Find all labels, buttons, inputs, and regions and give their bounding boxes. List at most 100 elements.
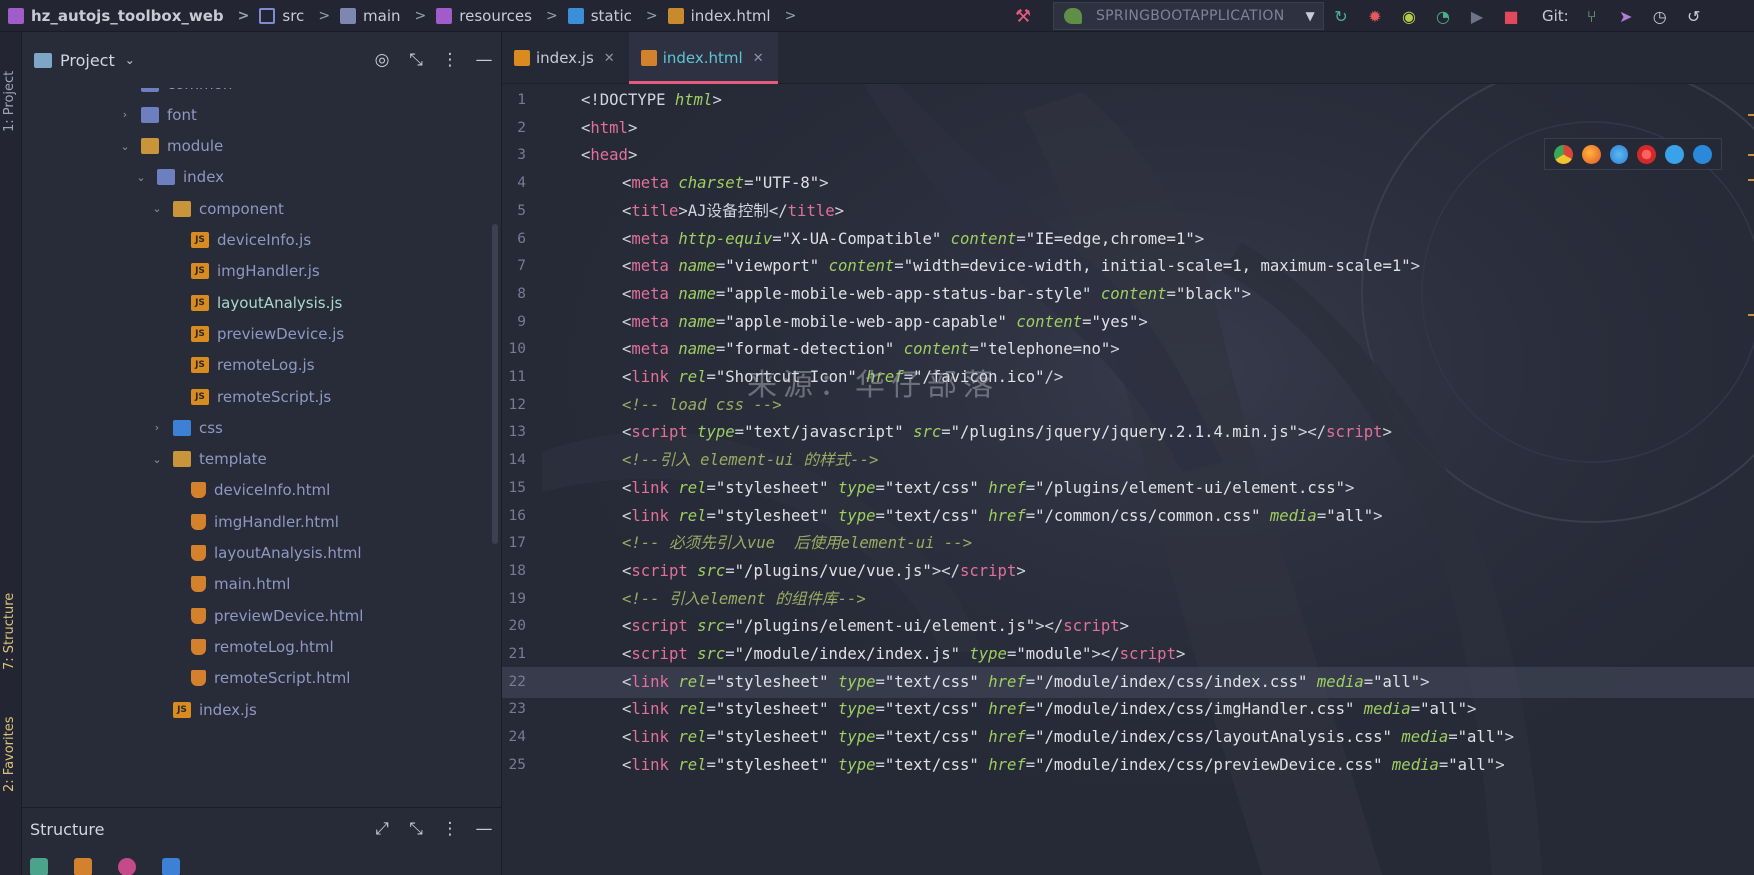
tree-item[interactable]: deviceInfo.html bbox=[167, 473, 330, 508]
tab-index-js[interactable]: index.js ✕ bbox=[502, 32, 629, 84]
project-tree-scrollbar[interactable] bbox=[492, 224, 498, 544]
tab-favorites-tool[interactable]: 2: Favorites bbox=[2, 692, 17, 792]
tree-item[interactable]: JS remoteScript.js bbox=[167, 379, 331, 414]
hide-panel-icon[interactable]: — bbox=[467, 819, 501, 839]
breadcrumb-item[interactable]: index.html > bbox=[667, 0, 807, 32]
locate-target-icon[interactable]: ◎ bbox=[365, 50, 399, 70]
hide-panel-icon[interactable]: — bbox=[467, 50, 501, 70]
tree-item[interactable]: › font bbox=[117, 97, 197, 132]
chevron-down-icon[interactable]: ⌄ bbox=[133, 171, 149, 184]
tree-item[interactable]: › css bbox=[149, 410, 223, 445]
tree-item[interactable]: JS remoteLog.js bbox=[167, 348, 315, 383]
opera-icon[interactable] bbox=[1637, 144, 1657, 164]
chevron-right-icon[interactable]: › bbox=[117, 108, 133, 121]
javascript-icon[interactable] bbox=[118, 858, 136, 875]
tree-item[interactable]: ⌄ index bbox=[133, 160, 224, 195]
breadcrumb-item[interactable]: resources > bbox=[436, 0, 567, 32]
breadcrumb-item[interactable]: main > bbox=[340, 0, 436, 32]
run-play-icon[interactable]: ▶ bbox=[1460, 0, 1494, 32]
code-line[interactable]: 5 <title>AJ设备控制</title> bbox=[502, 196, 1754, 227]
tab-structure-tool[interactable]: 7: Structure bbox=[2, 570, 17, 670]
chrome-icon[interactable] bbox=[1554, 144, 1573, 164]
tree-item[interactable]: ⌄ component bbox=[149, 191, 283, 226]
more-options-icon[interactable]: ⋮ bbox=[433, 50, 467, 70]
more-options-icon[interactable]: ⋮ bbox=[433, 819, 467, 839]
code-line[interactable]: 16 <link rel="stylesheet" type="text/css"… bbox=[502, 501, 1754, 532]
code-line[interactable]: 8 <meta name="apple-mobile-web-app-status… bbox=[502, 279, 1754, 310]
build-hammer-icon[interactable]: ⚒ bbox=[1015, 6, 1041, 27]
chevron-down-icon[interactable]: ⌄ bbox=[149, 202, 165, 215]
tree-item[interactable]: JS previewDevice.js bbox=[167, 316, 344, 351]
tree-item[interactable]: main.html bbox=[167, 567, 290, 602]
css-icon[interactable] bbox=[162, 858, 180, 875]
chevron-down-icon[interactable]: ⌄ bbox=[149, 453, 165, 466]
code-line[interactable]: 19 <!-- 引入element 的组件库--> bbox=[502, 584, 1754, 615]
close-icon[interactable]: ✕ bbox=[604, 51, 615, 66]
code-line[interactable]: 20 <script src="/plugins/element-ui/eleme… bbox=[502, 611, 1754, 642]
close-icon[interactable]: ✕ bbox=[753, 51, 764, 66]
chevron-down-icon[interactable]: ⌄ bbox=[125, 53, 135, 67]
expand-all-icon[interactable]: ⤢ bbox=[365, 819, 399, 839]
code-line[interactable]: 21 <script src="/module/index/index.js" t… bbox=[502, 639, 1754, 670]
code-line[interactable]: 22 <link rel="stylesheet" type="text/css"… bbox=[502, 666, 1754, 698]
git-branch-icon[interactable]: ⑂ bbox=[1575, 0, 1609, 32]
tree-item[interactable]: remoteScript.html bbox=[167, 661, 350, 696]
code-line[interactable]: 13 <script type="text/javascript" src="/p… bbox=[502, 417, 1754, 448]
tree-item[interactable]: JS imgHandler.js bbox=[167, 254, 320, 289]
safari-icon[interactable] bbox=[1609, 144, 1629, 164]
collapse-all-icon[interactable]: ⤡ bbox=[399, 50, 433, 70]
chevron-right-icon[interactable]: › bbox=[149, 421, 165, 434]
rerun-icon[interactable]: ↻ bbox=[1324, 0, 1358, 32]
git-rollback-icon[interactable]: ↺ bbox=[1677, 0, 1711, 32]
line-number: 9 bbox=[517, 313, 526, 330]
project-panel-title[interactable]: Project bbox=[60, 51, 115, 70]
git-push-icon[interactable]: ➤ bbox=[1609, 0, 1643, 32]
tree-item[interactable]: JS deviceInfo.js bbox=[167, 223, 311, 258]
code-line[interactable]: 11 <link rel="Shortcut Icon" href="/favic… bbox=[502, 362, 1754, 393]
code-line[interactable]: 15 <link rel="stylesheet" type="text/css"… bbox=[502, 473, 1754, 504]
breadcrumb-item[interactable]: static > bbox=[567, 0, 668, 32]
firefox-icon[interactable] bbox=[1581, 144, 1601, 164]
chevron-right-icon[interactable]: › bbox=[117, 88, 133, 90]
tab-project-tool[interactable]: 1: Project bbox=[2, 40, 17, 132]
tree-item[interactable]: layoutAnalysis.html bbox=[167, 536, 362, 571]
chevron-down-icon[interactable]: ⌄ bbox=[117, 140, 133, 153]
code-line[interactable]: 24 <link rel="stylesheet" type="text/css"… bbox=[502, 722, 1754, 753]
code-line[interactable]: 17 <!-- 必须先引入vue 后使用element-ui --> bbox=[502, 528, 1754, 559]
code-line[interactable]: 23 <link rel="stylesheet" type="text/css"… bbox=[502, 694, 1754, 725]
code-line[interactable]: 1 <!DOCTYPE html> bbox=[502, 85, 1754, 116]
code-line[interactable]: 14 <!--引入 element-ui 的样式--> bbox=[502, 445, 1754, 476]
run-coverage-icon[interactable]: ◉ bbox=[1392, 0, 1426, 32]
code-line[interactable]: 18 <script src="/plugins/vue/vue.js"></sc… bbox=[502, 556, 1754, 587]
tree-item[interactable]: ⌄ template bbox=[149, 442, 266, 477]
tree-item[interactable]: previewDevice.html bbox=[167, 598, 363, 633]
code-area[interactable]: 1 <!DOCTYPE html> 2 <html> 3 <head> 4 <meta cha… bbox=[502, 84, 1754, 875]
code-line[interactable]: 7 <meta name="viewport" content="width=de… bbox=[502, 251, 1754, 282]
internet-explorer-icon[interactable] bbox=[1665, 144, 1685, 164]
git-history-icon[interactable]: ◷ bbox=[1643, 0, 1677, 32]
html5-icon[interactable] bbox=[74, 858, 92, 875]
code-line[interactable]: 6 <meta http-equiv="X-UA-Compatible" cont… bbox=[502, 224, 1754, 255]
debug-bug-icon[interactable]: ✹ bbox=[1358, 0, 1392, 32]
breadcrumb-item[interactable]: src > bbox=[259, 0, 340, 32]
profiler-icon[interactable]: ◔ bbox=[1426, 0, 1460, 32]
edge-icon[interactable] bbox=[1693, 144, 1712, 164]
stop-icon[interactable]: ■ bbox=[1494, 0, 1528, 32]
code-line[interactable]: 9 <meta name="apple-mobile-web-app-capabl… bbox=[502, 307, 1754, 338]
tab-index-html[interactable]: index.html ✕ bbox=[628, 32, 778, 84]
tree-item[interactable]: imgHandler.html bbox=[167, 504, 339, 539]
javascript-file-icon: JS bbox=[191, 294, 209, 311]
tree-item[interactable]: ⌄ module bbox=[117, 129, 223, 164]
tree-item[interactable]: remoteLog.html bbox=[167, 629, 334, 664]
code-line[interactable]: 25 <link rel="stylesheet" type="text/css"… bbox=[502, 750, 1754, 781]
editor-scrollbar[interactable] bbox=[1748, 84, 1754, 875]
code-line[interactable]: 4 <meta charset="UTF-8"> bbox=[502, 168, 1754, 199]
tree-item[interactable]: JS layoutAnalysis.js bbox=[167, 285, 342, 320]
sort-alpha-icon[interactable] bbox=[30, 858, 48, 875]
run-configuration-select[interactable]: SPRINGBOOTAPPLICATION ▼ bbox=[1053, 2, 1324, 30]
code-line[interactable]: 12 <!-- load css --> bbox=[502, 390, 1754, 421]
collapse-all-icon[interactable]: ⤡ bbox=[399, 819, 433, 839]
code-line[interactable]: 10 <meta name="format-detection" content=… bbox=[502, 334, 1754, 365]
breadcrumb-item[interactable]: hz_autojs_toolbox_web > bbox=[0, 0, 259, 32]
tree-item[interactable]: JS index.js bbox=[149, 692, 257, 727]
